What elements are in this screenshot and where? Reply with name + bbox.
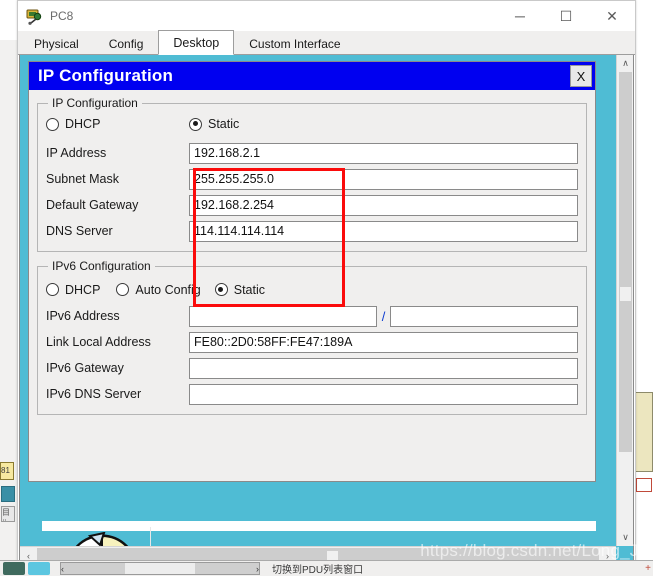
- close-icon[interactable]: ✕: [589, 1, 635, 31]
- desktop-tab-content: IP Configuration X IP Configuration DHCP: [19, 55, 634, 564]
- tab-custom-interface[interactable]: Custom Interface: [234, 32, 355, 54]
- scroll-down-icon[interactable]: ∨: [617, 529, 634, 546]
- tab-desktop[interactable]: Desktop: [158, 30, 234, 55]
- background-right-small-box: [636, 478, 652, 492]
- vertical-scroll-thumb-grip: [620, 287, 631, 301]
- tab-physical[interactable]: Physical: [19, 32, 94, 54]
- tab-config[interactable]: Config: [94, 32, 159, 54]
- host-scroll-thumb[interactable]: [125, 563, 195, 574]
- prefix-separator: /: [382, 309, 386, 324]
- background-yellow-chip: 81: [0, 462, 14, 480]
- radio-dot-icon: [215, 283, 228, 296]
- ip-config-close-button[interactable]: X: [570, 65, 592, 87]
- radio-dot-icon: [46, 118, 59, 131]
- radio-ipv6-static[interactable]: Static: [215, 283, 265, 297]
- default-gateway-label: Default Gateway: [46, 198, 189, 212]
- canvas-white-strip: [42, 521, 596, 531]
- ipv6-dns-server-label: IPv6 DNS Server: [46, 387, 189, 401]
- background-gray-chip: 目#: [1, 506, 15, 522]
- pie-chart-pc-icon[interactable]: [60, 532, 152, 546]
- ipv6-configuration-group: IPv6 Configuration DHCP Auto Config: [37, 259, 587, 415]
- ipv6-address-label: IPv6 Address: [46, 309, 189, 323]
- host-toolbar-icon-2[interactable]: [28, 562, 50, 575]
- ipv6-address-group: /: [189, 306, 578, 327]
- radio-ipv6-dhcp-label: DHCP: [65, 283, 100, 297]
- ip-config-titlebar: IP Configuration X: [29, 62, 595, 90]
- ipv6-gateway-label: IPv6 Gateway: [46, 361, 189, 375]
- ipv4-mode-row: DHCP Static: [46, 113, 578, 140]
- ip-address-input[interactable]: [189, 143, 578, 164]
- dns-server-label: DNS Server: [46, 224, 189, 238]
- dns-server-input[interactable]: [189, 221, 578, 242]
- device-icon: [25, 7, 43, 25]
- ip-address-label: IP Address: [46, 146, 189, 160]
- dns-server-row: DNS Server: [46, 218, 578, 244]
- radio-ipv6-dhcp[interactable]: DHCP: [46, 283, 100, 297]
- radio-ipv6-auto-config[interactable]: Auto Config: [116, 283, 200, 297]
- ipv6-address-row: IPv6 Address /: [46, 303, 578, 329]
- ipv6-dns-server-input[interactable]: [189, 384, 578, 405]
- ip-config-title: IP Configuration: [38, 66, 173, 86]
- radio-dot-icon: [189, 118, 202, 131]
- ipv4-static-cell: Static: [189, 117, 265, 136]
- vertical-scrollbar[interactable]: ∧ ∨: [616, 55, 633, 546]
- ipv6-mode-row: DHCP Auto Config Static: [46, 276, 578, 303]
- device-tabbar: Physical Config Desktop Custom Interface: [18, 31, 635, 55]
- radio-ipv6-auto-config-label: Auto Config: [135, 283, 200, 297]
- pdu-list-window-label[interactable]: 切换到PDU列表窗口: [272, 561, 363, 576]
- window-title: PC8: [50, 9, 73, 23]
- ipv6-gateway-input[interactable]: [189, 358, 578, 379]
- default-gateway-row: Default Gateway: [46, 192, 578, 218]
- radio-ipv6-static-label: Static: [234, 283, 265, 297]
- radio-ipv4-dhcp-label: DHCP: [65, 117, 100, 131]
- ipv4-dhcp-cell: DHCP: [46, 117, 189, 136]
- host-scroll-right-icon[interactable]: ›: [256, 564, 259, 574]
- radio-ipv4-dhcp[interactable]: DHCP: [46, 117, 100, 131]
- host-toolbar-scrollbar[interactable]: ‹ ›: [60, 562, 260, 575]
- subnet-mask-label: Subnet Mask: [46, 172, 189, 186]
- vertical-scroll-thumb[interactable]: [619, 72, 632, 452]
- background-teal-chip: [1, 486, 15, 502]
- vertical-scroll-track[interactable]: [617, 72, 634, 529]
- default-gateway-input[interactable]: [189, 195, 578, 216]
- minimize-icon[interactable]: ─: [497, 1, 543, 31]
- ipv4-group-legend: IP Configuration: [48, 96, 142, 110]
- scroll-up-icon[interactable]: ∧: [617, 55, 634, 72]
- subnet-mask-input[interactable]: [189, 169, 578, 190]
- window-titlebar: PC8 ─ ☐ ✕: [18, 1, 635, 31]
- radio-ipv4-static[interactable]: Static: [189, 117, 239, 131]
- ipv6-dns-server-row: IPv6 DNS Server: [46, 381, 578, 407]
- maximize-icon[interactable]: ☐: [543, 1, 589, 31]
- host-toolbar-icon-1[interactable]: [3, 562, 25, 575]
- link-local-address-input[interactable]: [189, 332, 578, 353]
- link-local-address-label: Link Local Address: [46, 335, 189, 349]
- host-app-bottom-toolbar: ‹ › 切换到PDU列表窗口 +: [0, 560, 653, 576]
- ip-configuration-dialog: IP Configuration X IP Configuration DHCP: [28, 61, 596, 482]
- ip-address-row: IP Address: [46, 140, 578, 166]
- add-icon[interactable]: +: [645, 563, 651, 574]
- ipv6-address-input[interactable]: [189, 306, 377, 327]
- ipv6-group-legend: IPv6 Configuration: [48, 259, 155, 273]
- radio-ipv4-static-label: Static: [208, 117, 239, 131]
- pc8-device-window: PC8 ─ ☐ ✕ Physical Config Desktop Custom…: [17, 0, 636, 566]
- link-local-address-row: Link Local Address: [46, 329, 578, 355]
- host-scroll-left-icon[interactable]: ‹: [61, 564, 64, 574]
- radio-dot-icon: [46, 283, 59, 296]
- ipv6-gateway-row: IPv6 Gateway: [46, 355, 578, 381]
- ip-config-body: IP Configuration DHCP: [29, 90, 595, 481]
- desktop-canvas: IP Configuration X IP Configuration DHCP: [20, 55, 616, 546]
- ipv6-prefix-length-input[interactable]: [390, 306, 578, 327]
- subnet-mask-row: Subnet Mask: [46, 166, 578, 192]
- radio-dot-icon: [116, 283, 129, 296]
- ipv4-configuration-group: IP Configuration DHCP: [37, 96, 587, 252]
